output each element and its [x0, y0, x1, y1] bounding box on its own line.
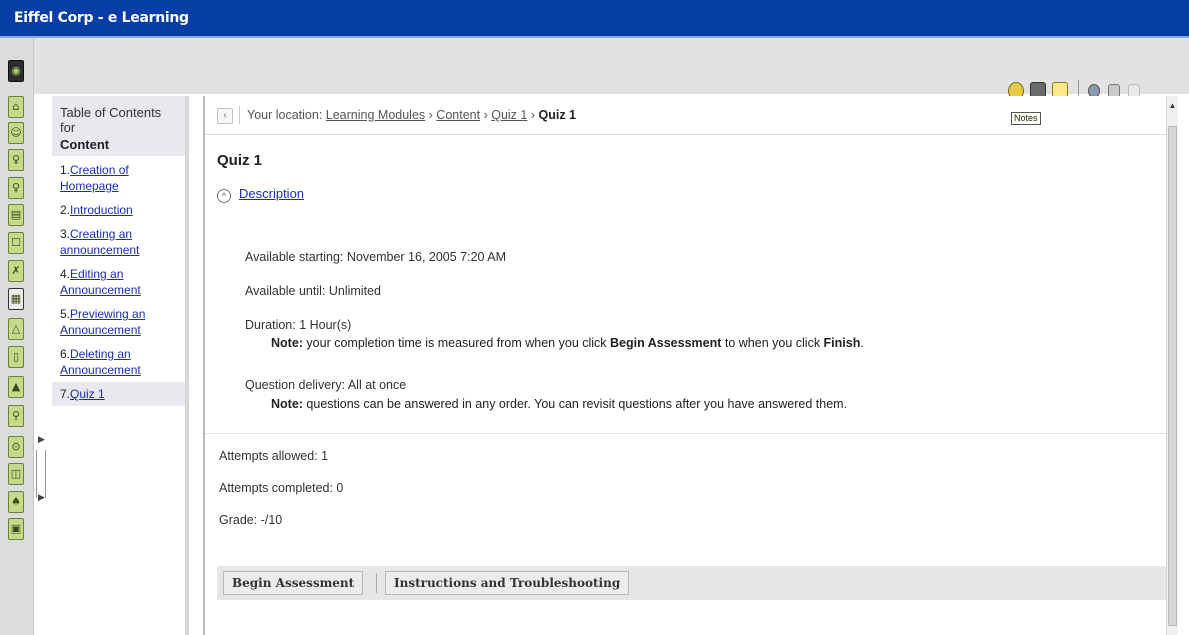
- breadcrumb-current: Quiz 1: [538, 108, 577, 122]
- instructions-button[interactable]: Instructions and Troubleshooting: [385, 571, 630, 595]
- attempts-allowed: Attempts allowed: 1: [219, 449, 329, 463]
- attempts-completed: Attempts completed: 0: [219, 481, 344, 495]
- page-title: Quiz 1: [217, 152, 263, 169]
- delivery-note: Note: questions can be answered in any o…: [271, 397, 847, 411]
- toc-item[interactable]: 6.Deleting an Announcement: [52, 342, 185, 382]
- button-separator: [376, 573, 377, 593]
- breadcrumb-link[interactable]: Content: [436, 108, 480, 122]
- section-divider: [205, 433, 1168, 434]
- document-icon[interactable]: △: [8, 318, 24, 340]
- people-icon[interactable]: ☺: [8, 122, 24, 144]
- toc-item-selected[interactable]: 7.Quiz 1: [52, 382, 185, 406]
- breadcrumb-link[interactable]: Learning Modules: [326, 108, 425, 122]
- begin-assessment-button[interactable]: Begin Assessment: [223, 571, 364, 595]
- breadcrumb-separator: ›: [530, 108, 536, 122]
- breadcrumb-separator: ›: [428, 108, 433, 122]
- description-link[interactable]: Description: [239, 186, 304, 201]
- toc-item[interactable]: 3.Creating an announcement: [52, 222, 185, 262]
- panel-splitter[interactable]: [36, 450, 46, 498]
- profile-icon[interactable]: ♠: [8, 491, 24, 513]
- scroll-thumb[interactable]: [1168, 126, 1177, 626]
- toc-heading: Table of Contents for: [60, 105, 162, 135]
- toc-item-number: 7.: [60, 387, 71, 401]
- scroll-up-icon[interactable]: ▲: [1167, 100, 1178, 112]
- app-title-bar: Eiffel Corp - e Learning: [0, 0, 1189, 38]
- description-toggle[interactable]: ^ Description: [217, 186, 304, 203]
- discussion-icon[interactable]: ⌂: [8, 96, 24, 118]
- duration-note: Note: your completion time is measured f…: [271, 336, 864, 350]
- toc-header: Table of Contents for Content: [52, 96, 185, 156]
- breadcrumb-separator: ›: [483, 108, 488, 122]
- toc-item-link[interactable]: Previewing an Announcement: [60, 307, 145, 337]
- chat-icon[interactable]: ▤: [8, 204, 24, 226]
- vertical-scrollbar[interactable]: ▲: [1166, 96, 1178, 635]
- expand-circle-icon[interactable]: ^: [217, 189, 231, 203]
- pin-icon[interactable]: ☐: [8, 232, 24, 254]
- toc-item-link[interactable]: Creating an announcement: [60, 227, 139, 257]
- toc-item-link[interactable]: Creation of Homepage: [60, 163, 129, 193]
- toc-item-number: 5.: [60, 307, 71, 321]
- note-text: your completion time is measured from wh…: [302, 336, 611, 350]
- lock-icon[interactable]: ▯: [8, 346, 24, 368]
- toc-item-link[interactable]: Quiz 1: [70, 387, 105, 401]
- grade: Grade: -/10: [219, 513, 283, 527]
- home-icon[interactable]: ◉: [8, 60, 24, 82]
- toc-item-number: 6.: [60, 347, 71, 361]
- note-text: questions can be answered in any order. …: [302, 397, 848, 411]
- available-until: Available until: Unlimited: [245, 284, 381, 298]
- notes-icon[interactable]: ♀: [8, 177, 24, 199]
- toc-section: Content: [60, 137, 110, 152]
- toc-item-number: 2.: [60, 203, 71, 217]
- magnifier-icon[interactable]: ▲: [8, 376, 24, 398]
- tool-strip: ◉ ⌂ ☺ ♀ ♀ ▤ ☐ ✗ ▦ △ ▯ ▲ ⚲ ⊙ ◫ ♠ ▣: [0, 38, 34, 635]
- toc-item-number: 4.: [60, 267, 71, 281]
- notes-tooltip: Notes: [1011, 112, 1041, 125]
- bell-icon[interactable]: ▦: [8, 288, 24, 310]
- toc-item[interactable]: 2.Introduction: [52, 198, 185, 222]
- toc-item-link[interactable]: Deleting an Announcement: [60, 347, 141, 377]
- button-bar: Begin Assessment Instructions and Troubl…: [217, 566, 1167, 600]
- expand-arrow-icon[interactable]: ▶: [38, 434, 45, 445]
- note-emphasis: Finish: [823, 336, 861, 350]
- location-bar: ‹ Your location: Learning Modules › Cont…: [205, 96, 1168, 135]
- copy-icon[interactable]: ⊙: [8, 436, 24, 458]
- note-text: .: [860, 336, 864, 350]
- available-starting: Available starting: November 16, 2005 7:…: [245, 250, 507, 264]
- search-user-icon[interactable]: ♀: [8, 149, 24, 171]
- back-button[interactable]: ‹: [217, 108, 233, 124]
- toc-item[interactable]: 4.Editing an Announcement: [52, 262, 185, 302]
- toc-item-link[interactable]: Introduction: [70, 203, 133, 217]
- toc-item[interactable]: 1.Creation of Homepage: [52, 158, 185, 198]
- content-icon[interactable]: ✗: [8, 260, 24, 282]
- note-text: to when you click: [721, 336, 824, 350]
- toc-item-number: 3.: [60, 227, 71, 241]
- location-separator: [239, 106, 240, 124]
- note-label: Note:: [271, 397, 303, 411]
- clock-icon[interactable]: ⚲: [8, 405, 24, 427]
- toc-item-number: 1.: [60, 163, 71, 177]
- main-content: ‹ Your location: Learning Modules › Cont…: [203, 96, 1168, 635]
- breadcrumb-prefix: Your location:: [247, 108, 323, 122]
- question-delivery: Question delivery: All at once: [245, 378, 407, 392]
- tools-icon[interactable]: ◫: [8, 463, 24, 485]
- toc-item-link[interactable]: Editing an Announcement: [60, 267, 141, 297]
- toc-item[interactable]: 5.Previewing an Announcement: [52, 302, 185, 342]
- duration: Duration: 1 Hour(s): [245, 318, 352, 332]
- note-label: Note:: [271, 336, 303, 350]
- note-emphasis: Begin Assessment: [610, 336, 722, 350]
- breadcrumb: Your location: Learning Modules › Conten…: [247, 108, 576, 122]
- table-of-contents: Table of Contents for Content 1.Creation…: [52, 96, 189, 635]
- profile-icon[interactable]: ▣: [8, 518, 24, 540]
- app-title: Eiffel Corp - e Learning: [14, 10, 189, 26]
- breadcrumb-link[interactable]: Quiz 1: [491, 108, 527, 122]
